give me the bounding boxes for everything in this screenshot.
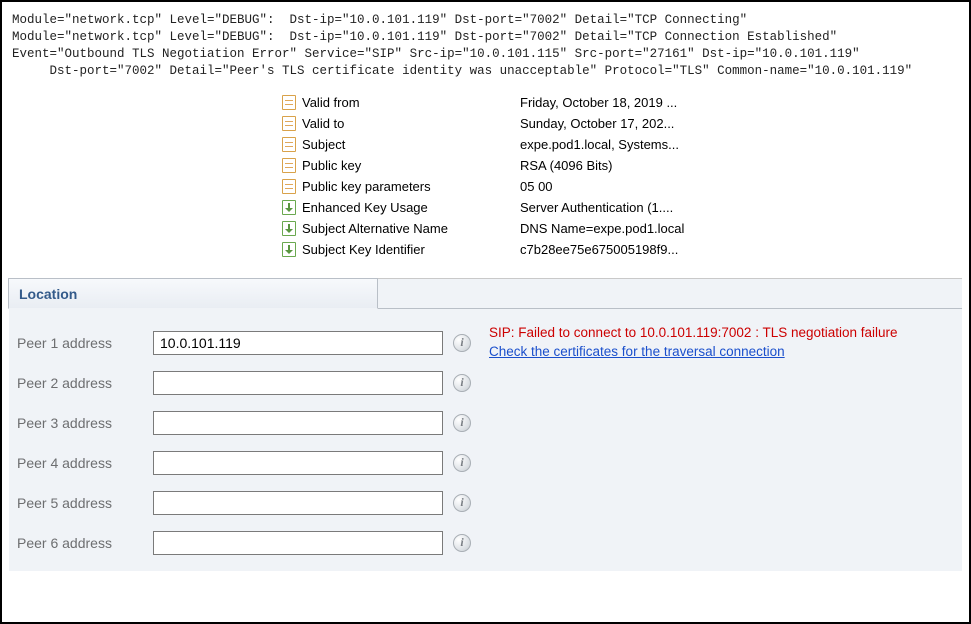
info-icon[interactable]: i [453,534,471,552]
info-icon[interactable]: i [453,454,471,472]
info-icon[interactable]: i [453,374,471,392]
error-message: SIP: Failed to connect to 10.0.101.119:7… [489,325,898,340]
peer-1-input[interactable] [153,331,443,355]
peer-4-label: Peer 4 address [17,455,143,471]
extension-icon [282,200,296,215]
info-icon[interactable]: i [453,494,471,512]
peer-2-input[interactable] [153,371,443,395]
cert-field-value: RSA (4096 Bits) [520,158,613,173]
cert-field-value: Friday, October 18, 2019 ... [520,95,677,110]
cert-row-subject: Subject expe.pod1.local, Systems... [282,134,961,155]
location-tab: Location [8,278,378,309]
log-line-2: Module="network.tcp" Level="DEBUG": Dst-… [12,30,837,44]
cert-field-value: c7b28ee75e675005198f9... [520,242,678,257]
document-icon [282,116,296,131]
peer-row-4: Peer 4 address i [17,443,962,483]
info-icon[interactable]: i [453,334,471,352]
cert-row-valid-from: Valid from Friday, October 18, 2019 ... [282,92,961,113]
peer-row-5: Peer 5 address i [17,483,962,523]
document-icon [282,179,296,194]
log-line-1: Module="network.tcp" Level="DEBUG": Dst-… [12,13,747,27]
cert-field-label: Subject Key Identifier [302,242,425,257]
cert-field-value: Sunday, October 17, 202... [520,116,674,131]
cert-row-ski: Subject Key Identifier c7b28ee75e6750051… [282,239,961,260]
cert-row-valid-to: Valid to Sunday, October 17, 202... [282,113,961,134]
divider [378,308,962,309]
cert-field-value: expe.pod1.local, Systems... [520,137,679,152]
peer-3-label: Peer 3 address [17,415,143,431]
app-frame: Module="network.tcp" Level="DEBUG": Dst-… [0,0,971,624]
cert-field-label: Public key parameters [302,179,431,194]
connection-error: SIP: Failed to connect to 10.0.101.119:7… [489,324,898,360]
cert-field-label: Public key [302,158,361,173]
peer-3-input[interactable] [153,411,443,435]
cert-field-label: Valid to [302,116,344,131]
cert-field-label: Subject Alternative Name [302,221,448,236]
cert-field-value: Server Authentication (1.... [520,200,673,215]
peer-1-label: Peer 1 address [17,335,143,351]
cert-row-enhanced-key-usage: Enhanced Key Usage Server Authentication… [282,197,961,218]
document-icon [282,158,296,173]
certificate-details: Valid from Friday, October 18, 2019 ... … [282,92,961,260]
document-icon [282,95,296,110]
cert-field-value: DNS Name=expe.pod1.local [520,221,684,236]
cert-field-label: Enhanced Key Usage [302,200,428,215]
peer-address-list: Peer 1 address i SIP: Failed to connect … [9,309,962,563]
peer-row-6: Peer 6 address i [17,523,962,563]
peer-5-input[interactable] [153,491,443,515]
document-icon [282,137,296,152]
peer-row-1: Peer 1 address i SIP: Failed to connect … [17,323,962,363]
peer-6-label: Peer 6 address [17,535,143,551]
error-help-link[interactable]: Check the certificates for the traversal… [489,344,785,359]
peer-6-input[interactable] [153,531,443,555]
peer-row-3: Peer 3 address i [17,403,962,443]
cert-row-san: Subject Alternative Name DNS Name=expe.p… [282,218,961,239]
peer-2-label: Peer 2 address [17,375,143,391]
info-icon[interactable]: i [453,414,471,432]
extension-icon [282,242,296,257]
cert-row-public-key: Public key RSA (4096 Bits) [282,155,961,176]
peer-4-input[interactable] [153,451,443,475]
log-line-3: Event="Outbound TLS Negotiation Error" S… [12,47,860,61]
cert-field-value: 05 00 [520,179,553,194]
log-line-4: Dst-port="7002" Detail="Peer's TLS certi… [12,64,912,78]
debug-log: Module="network.tcp" Level="DEBUG": Dst-… [10,10,961,88]
location-panel: Location Peer 1 address i SIP: Failed to… [9,278,962,571]
cert-row-public-key-params: Public key parameters 05 00 [282,176,961,197]
cert-field-label: Valid from [302,95,360,110]
peer-row-2: Peer 2 address i [17,363,962,403]
cert-field-label: Subject [302,137,345,152]
peer-5-label: Peer 5 address [17,495,143,511]
location-tab-bar: Location [9,279,962,309]
extension-icon [282,221,296,236]
